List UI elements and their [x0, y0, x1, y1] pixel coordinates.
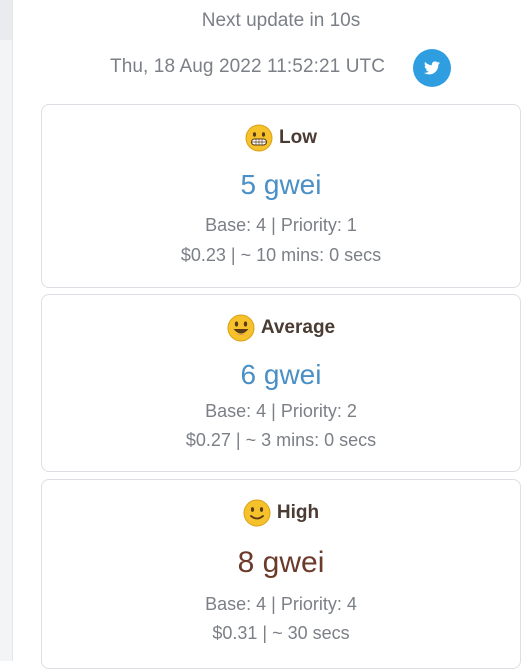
- gwei-value: 6 gwei: [240, 359, 322, 390]
- tier-heading: Low: [42, 123, 520, 153]
- twitter-share-button[interactable]: [413, 49, 451, 87]
- next-update-text: Next update in 10s: [201, 10, 361, 31]
- cost-time-text: $0.27 | ~ 3 mins: 0 secs: [185, 430, 377, 450]
- base-priority-text: Base: 4 | Priority: 1: [205, 215, 357, 235]
- smiling-face-icon: [227, 314, 255, 342]
- tier-label: Average: [260, 317, 336, 338]
- tier-label: High: [276, 502, 320, 523]
- left-sidebar-edge: [0, 0, 13, 661]
- gwei-value: 8 gwei: [237, 546, 325, 579]
- tier-label: Low: [279, 127, 317, 148]
- grinning-face-icon: [245, 124, 273, 152]
- tier-heading: Average: [42, 313, 520, 343]
- gas-card-low: Low 5 gwei Base: 4 | Priority: 1 $0.23 |…: [41, 104, 521, 288]
- cost-time-text: $0.23 | ~ 10 mins: 0 secs: [180, 245, 382, 265]
- datetime-row: Thu, 18 Aug 2022 11:52:21 UTC: [40, 49, 522, 87]
- slightly-smiling-face-icon: [243, 499, 271, 527]
- cost-time-text: $0.31 | ~ 30 secs: [212, 623, 350, 643]
- base-priority-text: Base: 4 | Priority: 2: [205, 401, 357, 421]
- twitter-icon: [424, 61, 440, 75]
- sidebar-shade: [0, 0, 12, 40]
- gas-card-high: High 8 gwei Base: 4 | Priority: 4 $0.31 …: [41, 479, 521, 669]
- gwei-value: 5 gwei: [240, 169, 322, 200]
- gas-card-average: Average 6 gwei Base: 4 | Priority: 2 $0.…: [41, 294, 521, 472]
- base-priority-text: Base: 4 | Priority: 4: [205, 594, 357, 614]
- datetime-text: Thu, 18 Aug 2022 11:52:21 UTC: [110, 56, 386, 77]
- tier-heading: High: [42, 498, 520, 528]
